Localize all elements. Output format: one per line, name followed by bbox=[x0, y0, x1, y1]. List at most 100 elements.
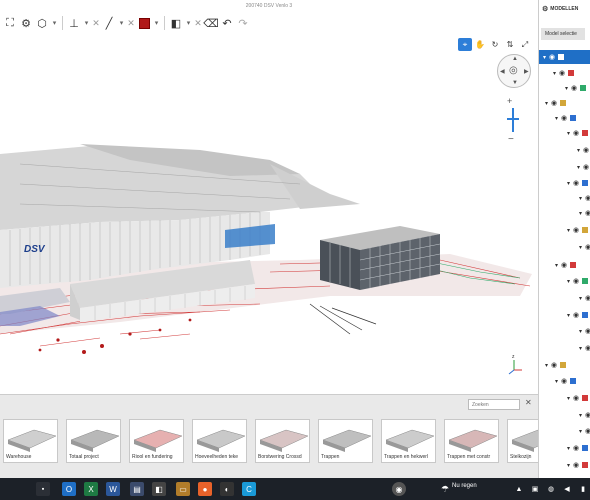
visibility-eye-icon[interactable]: ◉ bbox=[583, 163, 590, 171]
visibility-eye-icon[interactable]: ◉ bbox=[573, 394, 582, 402]
excel-icon[interactable]: X bbox=[84, 482, 98, 496]
close-icon[interactable]: ✕ bbox=[91, 14, 101, 32]
model-tree-row[interactable]: ▾◉ bbox=[579, 206, 590, 220]
model-tree-row[interactable]: ▾◉ bbox=[567, 441, 588, 455]
close-icon[interactable]: ✕ bbox=[126, 14, 136, 32]
visibility-eye-icon[interactable]: ◉ bbox=[585, 327, 590, 335]
model-tree-row[interactable]: ▾◉ bbox=[555, 258, 576, 272]
model-tree-row[interactable]: ▾◉ bbox=[565, 81, 586, 95]
tray-icon[interactable]: ▲ bbox=[512, 482, 526, 496]
model-tree-row[interactable]: ▾◉ bbox=[579, 191, 590, 205]
cube-view-icon[interactable]: ⬡ bbox=[34, 14, 50, 32]
axis-icon[interactable]: ⇅ bbox=[503, 38, 517, 51]
zoom-in-icon[interactable]: + bbox=[507, 96, 512, 106]
saved-view-card[interactable]: Totaal project bbox=[66, 419, 121, 463]
3d-viewport[interactable]: DSV z ⌖ ✋ ↻ ⇅ ⤢ ▲ ▼ ◀ ▶ ◎ + − bbox=[0, 34, 538, 394]
nav-left-arrow[interactable]: ◀ bbox=[500, 68, 505, 75]
app-icon[interactable]: ▤ bbox=[130, 482, 144, 496]
visibility-eye-icon[interactable]: ◉ bbox=[573, 461, 582, 469]
visibility-eye-icon[interactable]: ◉ bbox=[561, 377, 570, 385]
windows-icon[interactable]: ▪ bbox=[36, 482, 50, 496]
model-tree-row[interactable]: ▾◉ bbox=[579, 324, 590, 338]
fit-view-icon[interactable]: ⛶ bbox=[2, 14, 18, 32]
model-tree-row[interactable]: ▾◉ bbox=[555, 111, 576, 125]
model-tree-row[interactable]: ▾◉ bbox=[539, 50, 590, 64]
app-icon-3[interactable]: ◐ bbox=[220, 482, 234, 496]
visibility-eye-icon[interactable]: ◉ bbox=[585, 344, 590, 352]
visibility-eye-icon[interactable]: ◉ bbox=[585, 427, 590, 435]
visibility-eye-icon[interactable]: ◉ bbox=[573, 444, 582, 452]
nav-right-arrow[interactable]: ▶ bbox=[524, 68, 529, 75]
visibility-eye-icon[interactable]: ◉ bbox=[573, 277, 582, 285]
visibility-eye-icon[interactable]: ◉ bbox=[585, 194, 590, 202]
visibility-eye-icon[interactable]: ◉ bbox=[573, 311, 582, 319]
zoom-slider-handle[interactable] bbox=[507, 118, 519, 120]
chevron-down-icon[interactable]: ▾ bbox=[117, 14, 126, 32]
visibility-eye-icon[interactable]: ◉ bbox=[573, 179, 582, 187]
gear-icon[interactable]: ⚙ bbox=[542, 5, 548, 13]
model-tree-row[interactable]: ▾◉ bbox=[579, 424, 590, 438]
navigation-cube[interactable]: ▲ ▼ ◀ ▶ ◎ bbox=[497, 54, 531, 88]
model-tree-row[interactable]: ▾◉ bbox=[567, 308, 588, 322]
camera-icon[interactable]: ◎ bbox=[509, 65, 518, 76]
visibility-eye-icon[interactable]: ◉ bbox=[585, 209, 590, 217]
visibility-eye-icon[interactable]: ◉ bbox=[549, 53, 558, 61]
nav-up-arrow[interactable]: ▲ bbox=[512, 56, 518, 62]
undo-icon[interactable]: ↶ bbox=[219, 14, 235, 32]
redo-icon[interactable]: ↷ bbox=[235, 14, 251, 32]
tray-icon-2[interactable]: ▣ bbox=[528, 482, 542, 496]
model-tree-row[interactable]: ▾◉ bbox=[579, 408, 590, 422]
visibility-eye-icon[interactable]: ◉ bbox=[585, 411, 590, 419]
visibility-eye-icon[interactable]: ◉ bbox=[573, 129, 582, 137]
close-icon[interactable]: ✕ bbox=[525, 398, 532, 407]
chrome-icon[interactable]: ◉ bbox=[392, 482, 406, 496]
measure-icon[interactable]: ⊥ bbox=[66, 14, 82, 32]
model-tree-row[interactable]: ▾◉ bbox=[555, 374, 576, 388]
network-icon[interactable]: ◍ bbox=[544, 482, 558, 496]
chevron-down-icon[interactable]: ▾ bbox=[82, 14, 91, 32]
visibility-eye-icon[interactable]: ◉ bbox=[571, 84, 580, 92]
battery-icon[interactable]: ▮ bbox=[576, 482, 590, 496]
model-tree-row[interactable]: ▾◉ bbox=[545, 96, 566, 110]
section-icon[interactable]: ◧ bbox=[168, 14, 184, 32]
model-tree-row[interactable]: ▾◉ bbox=[545, 358, 566, 372]
model-tree-row[interactable]: ▾◉ bbox=[579, 291, 590, 305]
model-tree-row[interactable]: ▾◉ bbox=[579, 240, 590, 254]
visibility-eye-icon[interactable]: ◉ bbox=[559, 69, 568, 77]
views-search-input[interactable] bbox=[468, 399, 520, 410]
saved-view-card[interactable]: Borstwering Crossd bbox=[255, 419, 310, 463]
visibility-eye-icon[interactable]: ◉ bbox=[585, 294, 590, 302]
saved-view-card[interactable]: Warehouse bbox=[3, 419, 58, 463]
word-icon[interactable]: W bbox=[106, 482, 120, 496]
tab-model-selection[interactable]: Model selectie bbox=[541, 28, 585, 40]
pan-icon[interactable]: ✋ bbox=[473, 38, 487, 51]
model-tree-row[interactable]: ▾◉ bbox=[567, 274, 588, 288]
clear-icon[interactable]: ⌫ bbox=[203, 14, 219, 32]
saved-view-card[interactable]: Hoeveelheden teke bbox=[192, 419, 247, 463]
fullscreen-icon[interactable]: ⤢ bbox=[518, 38, 532, 51]
saved-view-card[interactable]: Riool en fundering bbox=[129, 419, 184, 463]
saved-view-card[interactable]: Trappen bbox=[318, 419, 373, 463]
chevron-down-icon[interactable]: ▾ bbox=[152, 14, 161, 32]
close-icon[interactable]: ✕ bbox=[193, 14, 203, 32]
model-tree-row[interactable]: ▾◉ bbox=[567, 223, 588, 237]
visibility-eye-icon[interactable]: ◉ bbox=[561, 261, 570, 269]
chevron-down-icon[interactable]: ▾ bbox=[50, 14, 59, 32]
model-tree-row[interactable]: ▾◉ bbox=[577, 143, 590, 157]
folder-icon[interactable]: ▭ bbox=[176, 482, 190, 496]
select-icon[interactable]: ⌖ bbox=[458, 38, 472, 51]
visibility-eye-icon[interactable]: ◉ bbox=[561, 114, 570, 122]
model-tree-icon[interactable]: ⚙ bbox=[18, 14, 34, 32]
nav-down-arrow[interactable]: ▼ bbox=[512, 80, 518, 86]
color-picker-button[interactable] bbox=[136, 14, 152, 32]
draw-line-icon[interactable]: ╱ bbox=[101, 14, 117, 32]
visibility-eye-icon[interactable]: ◉ bbox=[573, 226, 582, 234]
outlook-icon[interactable]: O bbox=[62, 482, 76, 496]
visibility-eye-icon[interactable]: ◉ bbox=[583, 146, 590, 154]
model-tree-row[interactable]: ▾◉ bbox=[567, 176, 588, 190]
saved-view-card[interactable]: Trappen met constr bbox=[444, 419, 499, 463]
zoom-slider[interactable] bbox=[512, 108, 514, 132]
volume-icon[interactable]: ◀ bbox=[560, 482, 574, 496]
model-tree-row[interactable]: ▾◉ bbox=[567, 391, 588, 405]
chevron-down-icon[interactable]: ▾ bbox=[184, 14, 193, 32]
